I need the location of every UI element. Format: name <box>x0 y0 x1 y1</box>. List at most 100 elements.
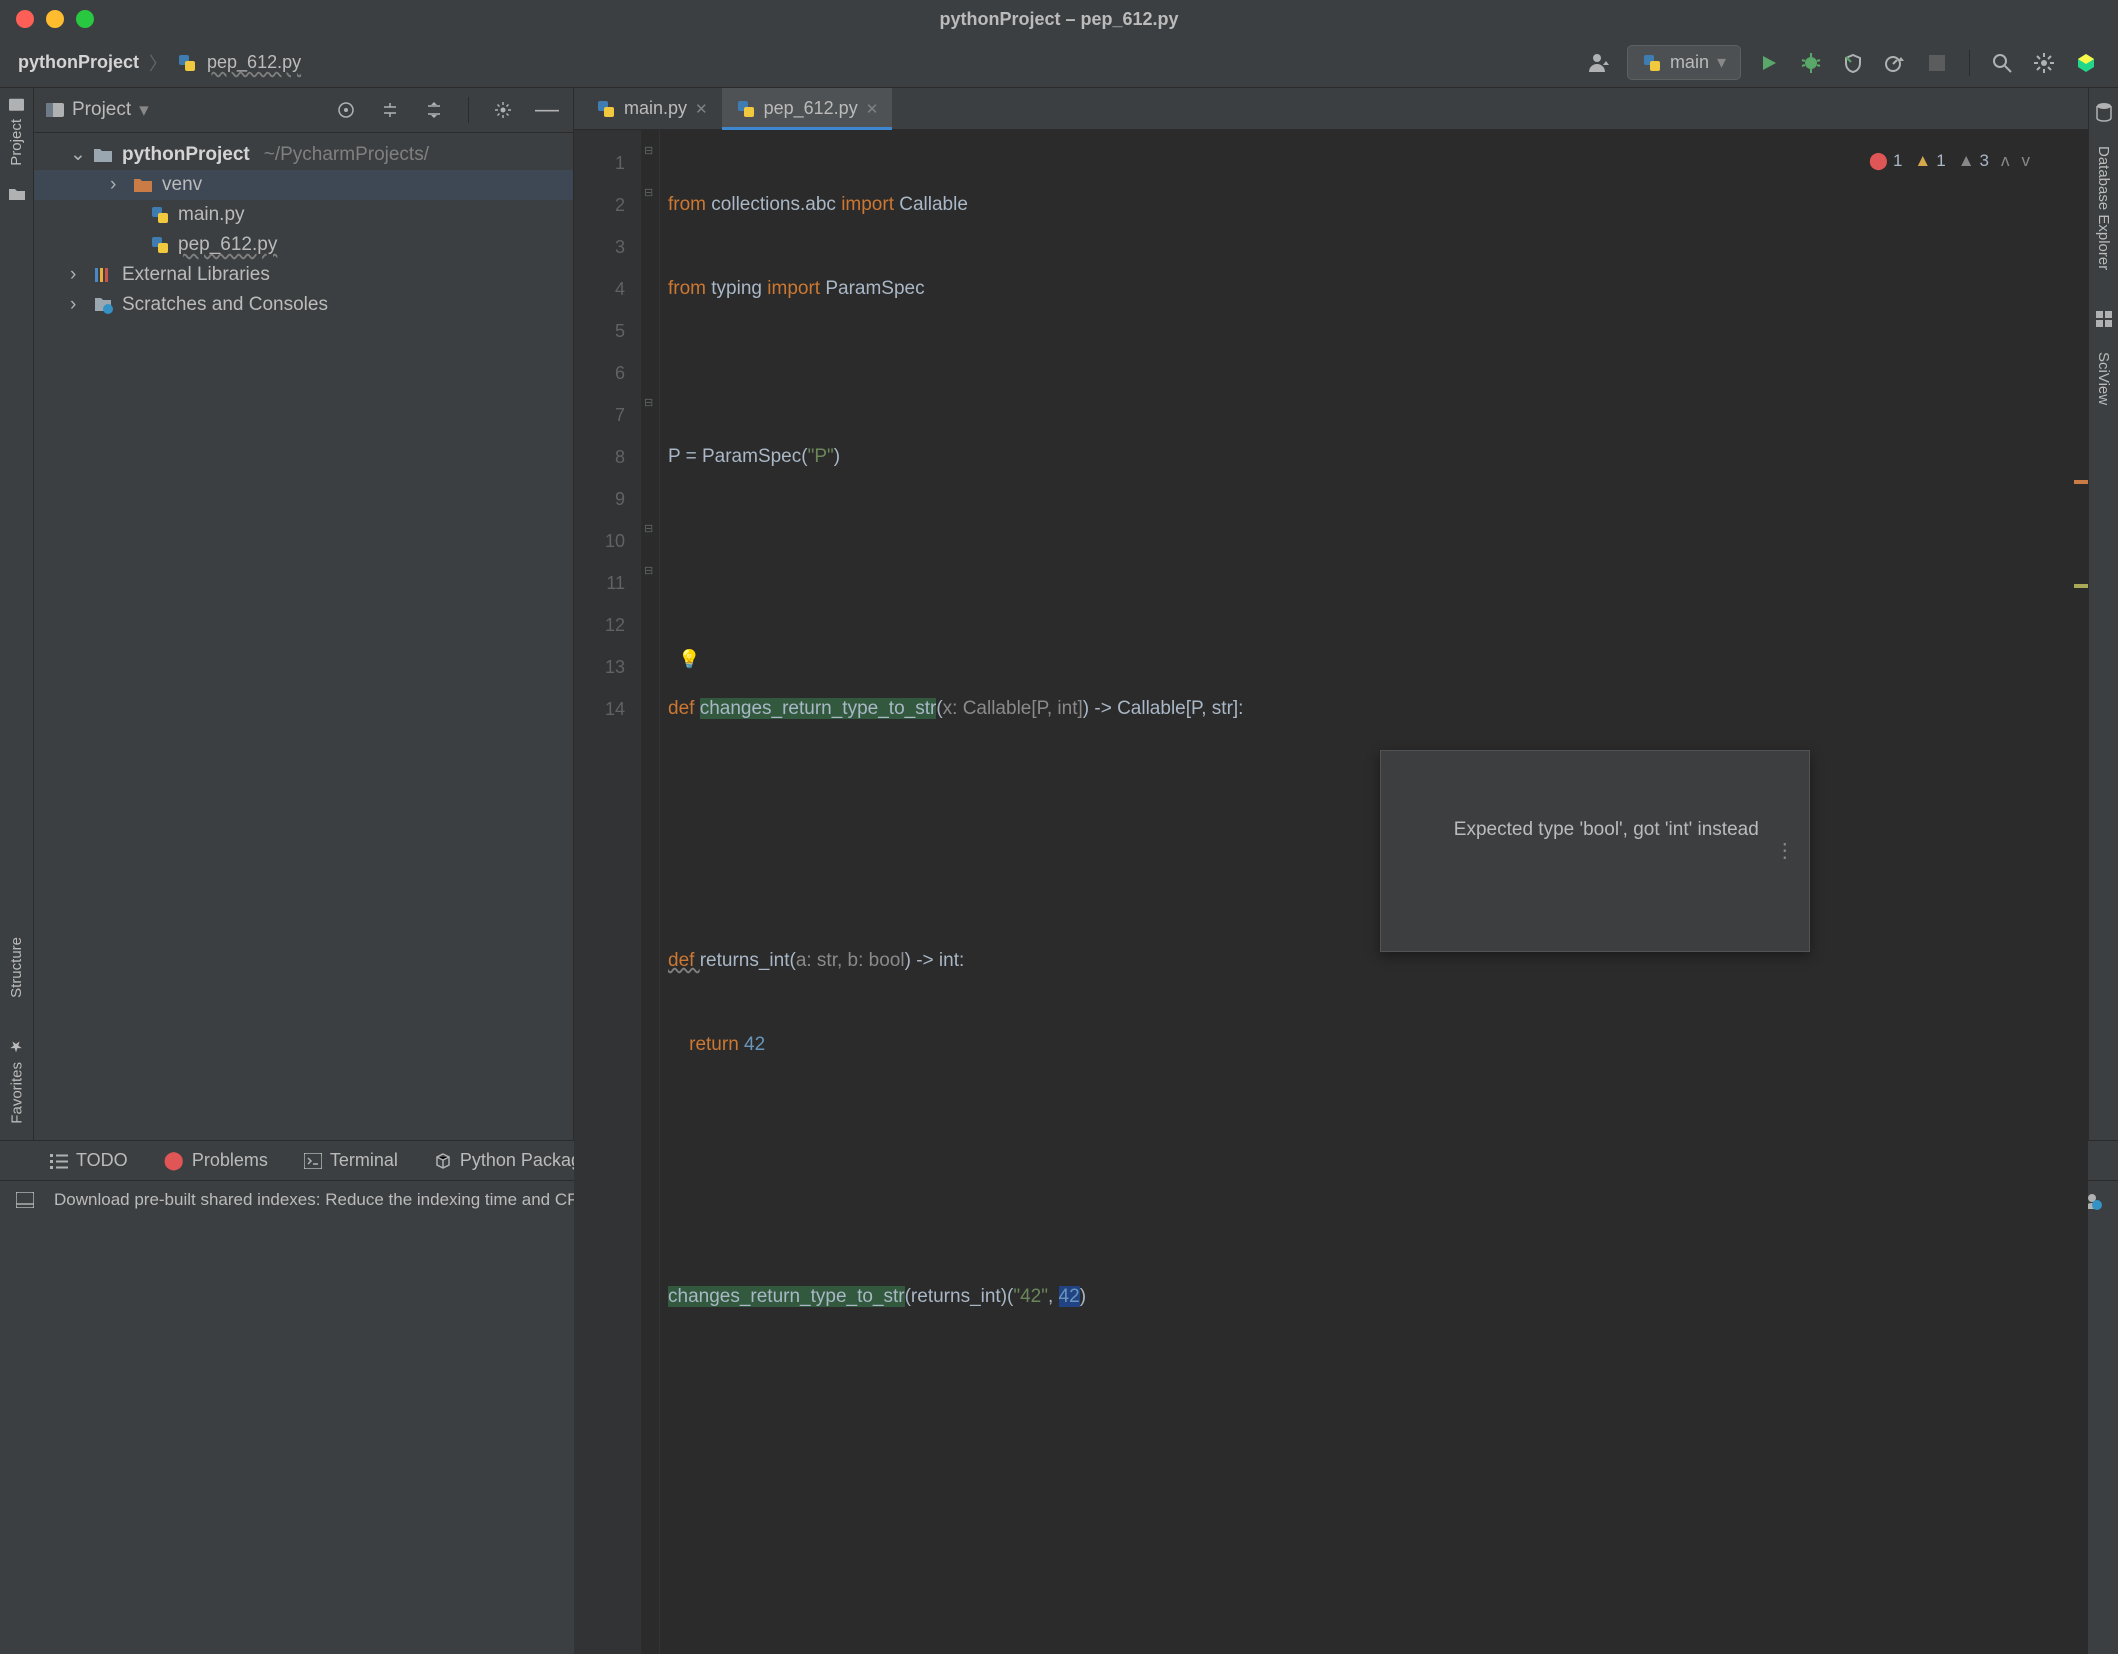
tree-root-name: pythonProject <box>122 144 250 166</box>
tree-scratches[interactable]: › Scratches and Consoles <box>34 290 573 320</box>
sciview-button[interactable]: SciView <box>2095 352 2112 405</box>
tab-label: main.py <box>624 98 687 119</box>
tab-label: pep_612.py <box>764 98 858 119</box>
window-zoom-button[interactable] <box>76 10 94 28</box>
favorites-tool-button[interactable]: Favorites ★ <box>8 1038 26 1124</box>
chevron-right-icon: › <box>70 294 84 316</box>
database-tool-icon[interactable] <box>2095 102 2113 122</box>
tree-file-pep612[interactable]: pep_612.py <box>34 230 573 260</box>
tree-root-path: ~/PycharmProjects/ <box>264 144 429 166</box>
toolbar-separator <box>1969 50 1970 76</box>
expand-all-icon[interactable] <box>376 96 404 124</box>
terminal-tab[interactable]: Terminal <box>304 1150 398 1171</box>
weak-warning-icon: ▲ <box>1958 140 1975 182</box>
tree-item-label: Scratches and Consoles <box>122 294 328 316</box>
folder-icon <box>92 144 114 166</box>
project-tree[interactable]: ⌄ pythonProject ~/PycharmProjects/ › ven… <box>34 133 573 326</box>
editor-area: main.py ✕ pep_612.py ✕ 12345678910111213… <box>574 88 2088 1140</box>
terminal-icon <box>304 1153 322 1169</box>
star-icon: ★ <box>8 1038 26 1056</box>
tab-close-icon[interactable]: ✕ <box>866 100 879 118</box>
settings-icon[interactable] <box>2030 49 2058 77</box>
window-title: pythonProject – pep_612.py <box>939 9 1178 30</box>
error-stripe[interactable] <box>2074 130 2088 1654</box>
error-icon: ⬤ <box>1869 140 1888 182</box>
select-opened-file-icon[interactable] <box>332 96 360 124</box>
warning-icon: ▲ <box>1914 140 1931 182</box>
tree-item-label: main.py <box>178 204 245 226</box>
problems-icon: ⬤ <box>164 1150 184 1171</box>
structure-tool-button[interactable]: Structure <box>8 937 25 998</box>
tab-main-py[interactable]: main.py ✕ <box>582 88 722 129</box>
chevron-right-icon: › <box>110 174 124 196</box>
right-tool-strip: Database Explorer SciView <box>2088 88 2118 1140</box>
debug-button[interactable] <box>1797 49 1825 77</box>
search-everywhere-icon[interactable] <box>1988 49 2016 77</box>
packages-icon <box>434 1152 452 1170</box>
project-tool-button[interactable]: Project <box>8 98 25 166</box>
chevron-down-icon: ▾ <box>1717 52 1726 73</box>
tooltip-more-icon[interactable]: ⋮ <box>1775 830 1795 872</box>
run-button[interactable] <box>1755 49 1783 77</box>
todo-icon <box>50 1153 68 1169</box>
sciview-tool-icon[interactable] <box>2095 310 2113 328</box>
next-highlight-icon[interactable]: v <box>2022 140 2031 182</box>
hide-panel-icon[interactable]: — <box>533 96 561 124</box>
python-file-icon <box>150 205 170 225</box>
stop-button[interactable] <box>1923 49 1951 77</box>
tree-item-label: pep_612.py <box>178 234 277 256</box>
run-config-selector[interactable]: main ▾ <box>1627 45 1741 80</box>
statusbar-toggle-icon[interactable] <box>16 1192 34 1208</box>
breadcrumb-project[interactable]: pythonProject <box>18 52 139 73</box>
window-minimize-button[interactable] <box>46 10 64 28</box>
inspection-widget[interactable]: ⬤1 ▲1 ▲3 ʌ v <box>1869 140 2030 182</box>
line-gutter[interactable]: 1234567891011121314 <box>574 130 642 1654</box>
main-area: Project Structure Favorites ★ Project ▾ <box>0 88 2118 1140</box>
run-config-label: main <box>1670 52 1709 73</box>
python-icon <box>1642 53 1662 73</box>
project-header-icon <box>46 102 64 118</box>
tooltip-text: Expected type 'bool', got 'int' instead <box>1454 819 1759 840</box>
folder-tool-icon[interactable] <box>8 186 26 201</box>
window-close-button[interactable] <box>16 10 34 28</box>
chevron-right-icon: › <box>70 264 84 286</box>
left-tool-strip: Project Structure Favorites ★ <box>0 88 34 1140</box>
prev-highlight-icon[interactable]: ʌ <box>2001 140 2010 182</box>
tree-external-libs[interactable]: › External Libraries <box>34 260 573 290</box>
folder-icon <box>132 174 154 196</box>
panel-settings-icon[interactable] <box>489 96 517 124</box>
library-icon <box>92 264 114 286</box>
project-panel-title: Project <box>72 99 131 121</box>
editor-body: 1234567891011121314 ⊟ ⊟ ⊟ ⊟ ⊟ from colle… <box>574 130 2088 1654</box>
tab-pep612-py[interactable]: pep_612.py ✕ <box>722 88 893 129</box>
breadcrumb[interactable]: pythonProject 〉 pep_612.py <box>18 50 301 76</box>
problems-tab[interactable]: ⬤ Problems <box>164 1150 268 1171</box>
database-explorer-button[interactable]: Database Explorer <box>2095 146 2112 270</box>
python-file-icon <box>177 53 197 73</box>
python-file-icon <box>596 99 616 119</box>
collapse-all-icon[interactable] <box>420 96 448 124</box>
python-file-icon <box>150 235 170 255</box>
tree-file-main[interactable]: main.py <box>34 200 573 230</box>
ide-logo-icon[interactable] <box>2072 49 2100 77</box>
title-bar: pythonProject – pep_612.py <box>0 0 2118 38</box>
intention-bulb-icon[interactable]: 💡 <box>678 638 700 680</box>
coverage-button[interactable] <box>1839 49 1867 77</box>
project-panel-header: Project ▾ — <box>34 88 573 133</box>
editor-tabs: main.py ✕ pep_612.py ✕ <box>574 88 2088 130</box>
user-icon[interactable] <box>1585 49 1613 77</box>
tree-root[interactable]: ⌄ pythonProject ~/PycharmProjects/ <box>34 139 573 170</box>
project-panel: Project ▾ — ⌄ pythonProject ~/PycharmPro… <box>34 88 574 1140</box>
code-editor[interactable]: from collections.abc import Callable fro… <box>660 130 2074 1654</box>
todo-tab[interactable]: TODO <box>50 1150 128 1171</box>
fold-strip[interactable]: ⊟ ⊟ ⊟ ⊟ ⊟ <box>642 130 660 1654</box>
project-tool-icon <box>9 98 24 113</box>
breadcrumb-file[interactable]: pep_612.py <box>207 52 301 73</box>
chevron-down-icon[interactable]: ▾ <box>139 99 149 122</box>
tree-venv[interactable]: › venv <box>34 170 573 200</box>
profiler-button[interactable] <box>1881 49 1909 77</box>
chevron-down-icon: ⌄ <box>70 143 84 166</box>
python-file-icon <box>736 99 756 119</box>
tab-close-icon[interactable]: ✕ <box>695 100 708 118</box>
scratches-icon <box>92 294 114 316</box>
